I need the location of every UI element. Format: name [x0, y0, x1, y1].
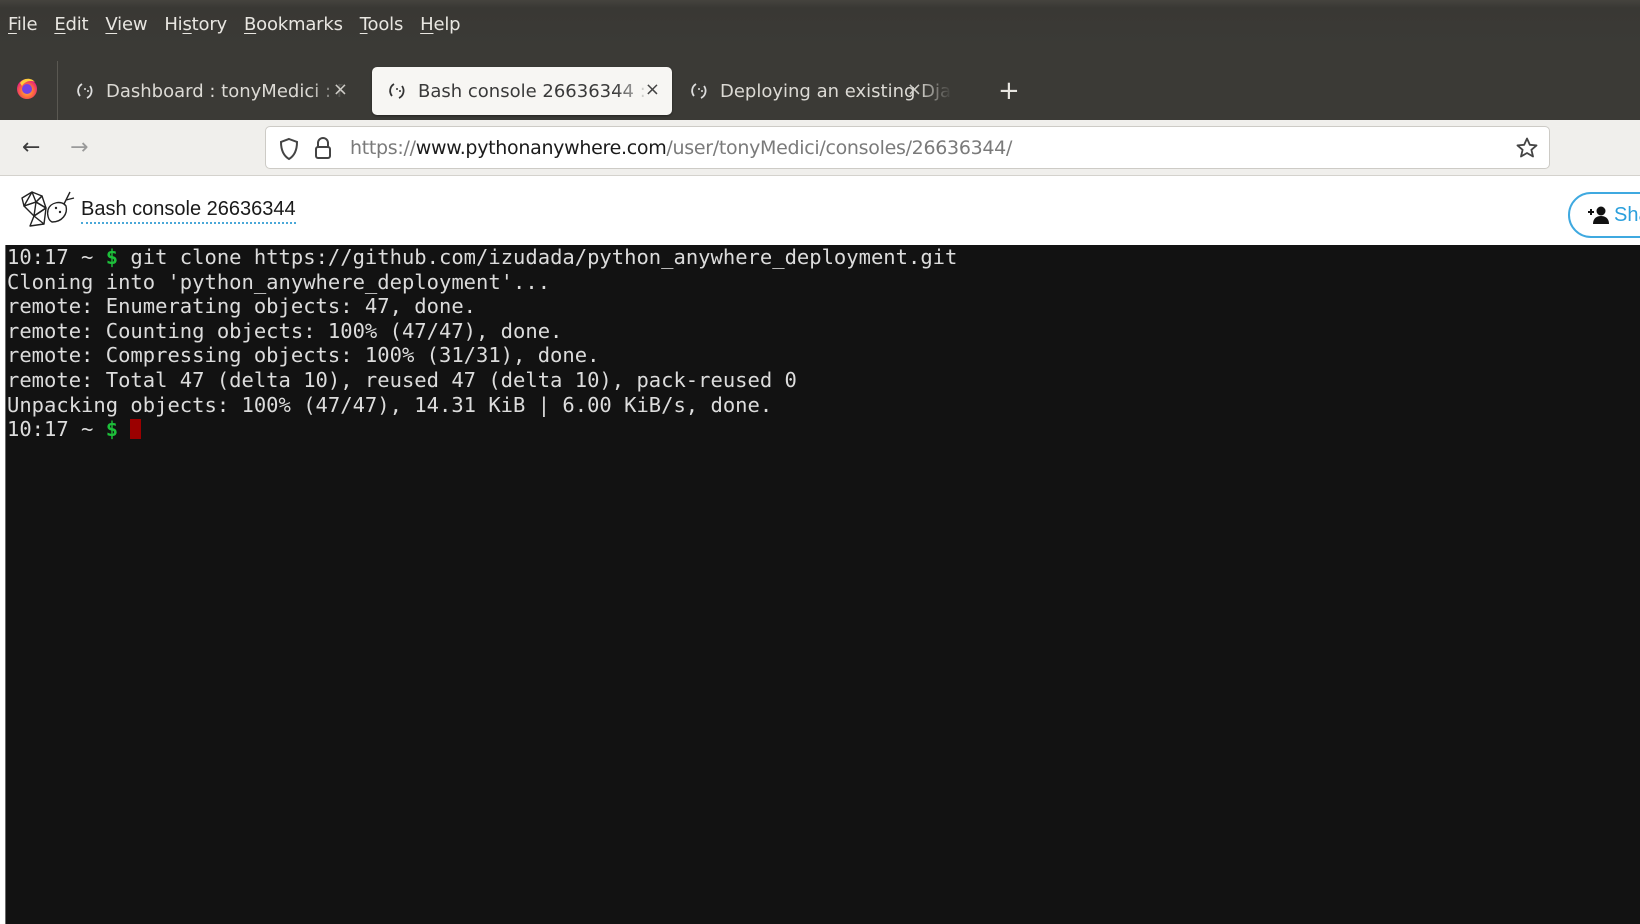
- console-title[interactable]: Bash console 26636344: [81, 198, 296, 224]
- terminal-line: remote: Compressing objects: 100% (31/31…: [7, 343, 600, 368]
- tab-divider: [57, 61, 58, 120]
- firefox-icon[interactable]: [16, 77, 38, 99]
- menu-history[interactable]: History: [164, 14, 227, 35]
- bash-terminal[interactable]: 10:17 ~ $ git clone https://github.com/i…: [5, 245, 1640, 924]
- navigation-bar: ← → https://www.pythonanywhere.com/user/…: [0, 120, 1640, 176]
- share-button[interactable]: Share: [1568, 192, 1640, 238]
- menu-help[interactable]: Help: [420, 14, 460, 35]
- tab-close-button[interactable]: ×: [645, 79, 660, 101]
- tab-title: Bash console 26636344 : P: [418, 80, 650, 102]
- bookmark-star-icon[interactable]: [1515, 136, 1539, 160]
- tab-close-button[interactable]: ×: [333, 79, 348, 101]
- terminal-line: remote: Enumerating objects: 47, done.: [7, 294, 476, 319]
- terminal-line: Cloning into 'python_anywhere_deployment…: [7, 269, 551, 294]
- tab-title: Dashboard : tonyMedici : P: [106, 80, 346, 102]
- back-button[interactable]: ←: [22, 134, 40, 162]
- terminal-line: remote: Total 47 (delta 10), reused 47 (…: [7, 367, 797, 392]
- terminal-line: Unpacking objects: 100% (47/47), 14.31 K…: [7, 392, 773, 417]
- pythonanywhere-favicon-icon: [691, 83, 707, 99]
- terminal-line: remote: Counting objects: 100% (47/47), …: [7, 318, 563, 343]
- tab-bash-console[interactable]: Bash console 26636344 : P ×: [372, 67, 672, 115]
- pythonanywhere-favicon-icon: [77, 83, 93, 99]
- tab-bar: Dashboard : tonyMedici : P × Bash consol…: [0, 48, 1640, 120]
- terminal-line: 10:17 ~ $ git clone https://github.com/i…: [7, 245, 958, 269]
- share-button-label: Share: [1614, 203, 1640, 226]
- page-header: Bash console 26636344 Share: [0, 176, 1640, 245]
- new-tab-button[interactable]: +: [998, 76, 1020, 106]
- menu-edit[interactable]: Edit: [54, 14, 88, 35]
- tab-dashboard[interactable]: Dashboard : tonyMedici : P ×: [60, 67, 360, 115]
- pythonanywhere-logo-icon[interactable]: [18, 188, 76, 232]
- forward-button[interactable]: →: [70, 134, 88, 162]
- url-text[interactable]: https://www.pythonanywhere.com/user/tony…: [350, 137, 1012, 159]
- terminal-prompt-line[interactable]: 10:17 ~ $: [7, 417, 1640, 442]
- url-bar[interactable]: https://www.pythonanywhere.com/user/tony…: [265, 126, 1550, 169]
- menu-tools[interactable]: Tools: [360, 14, 404, 35]
- menu-bookmarks[interactable]: Bookmarks: [244, 14, 343, 35]
- add-user-icon: [1588, 206, 1609, 224]
- lock-icon[interactable]: [314, 136, 332, 160]
- tab-close-button[interactable]: ×: [907, 79, 922, 101]
- menu-file[interactable]: File: [8, 14, 38, 35]
- shield-icon[interactable]: [278, 137, 300, 161]
- menu-bar: File Edit View History Bookmarks Tools H…: [0, 0, 1640, 48]
- terminal-cursor: [130, 419, 142, 440]
- menu-view[interactable]: View: [105, 14, 147, 35]
- tab-deploying-django[interactable]: Deploying an existing Dja ×: [674, 67, 974, 115]
- pythonanywhere-favicon-icon: [389, 83, 405, 99]
